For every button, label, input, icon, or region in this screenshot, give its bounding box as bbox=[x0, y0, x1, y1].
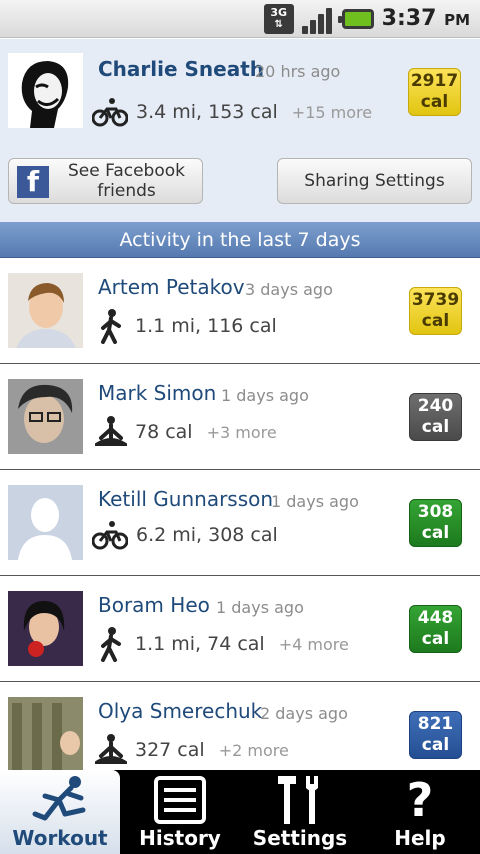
tools-icon bbox=[270, 774, 330, 826]
list-item[interactable]: Artem Petakov 3 days ago 1.1 mi, 116 cal… bbox=[0, 258, 480, 364]
friend-stats: 78 cal +3 more bbox=[95, 414, 277, 450]
calorie-unit: cal bbox=[421, 629, 450, 649]
friend-activity-list[interactable]: Artem Petakov 3 days ago 1.1 mi, 116 cal… bbox=[0, 258, 480, 770]
friend-more-link[interactable]: +4 more bbox=[279, 635, 349, 654]
tab-workout[interactable]: Workout bbox=[0, 770, 120, 854]
list-item[interactable]: Mark Simon 1 days ago 78 cal +3 more 240… bbox=[0, 364, 480, 470]
facebook-label-line2: friends bbox=[97, 181, 156, 201]
friend-last-active: 1 days ago bbox=[271, 492, 359, 511]
calorie-badge: 308 cal bbox=[409, 499, 462, 547]
avatar bbox=[8, 273, 83, 348]
battery-icon bbox=[337, 8, 374, 29]
signal-icon bbox=[301, 4, 334, 34]
my-more-link[interactable]: +15 more bbox=[292, 103, 372, 122]
clock-ampm: PM bbox=[444, 11, 470, 29]
my-stats-text: 3.4 mi, 153 cal bbox=[136, 101, 278, 123]
avatar bbox=[8, 379, 83, 454]
my-avatar[interactable] bbox=[8, 53, 83, 128]
walk-icon bbox=[101, 627, 121, 662]
friend-stats: 6.2 mi, 308 cal bbox=[92, 520, 292, 550]
bottom-tab-bar: Workout History Settings ? Help bbox=[0, 770, 480, 854]
calorie-value: 240 bbox=[417, 396, 454, 416]
tab-workout-label: Workout bbox=[12, 826, 108, 850]
friend-stats: 1.1 mi, 116 cal bbox=[95, 308, 291, 344]
calorie-value: 448 bbox=[417, 608, 454, 628]
sharing-settings-button[interactable]: Sharing Settings bbox=[277, 158, 472, 204]
calorie-value: 821 bbox=[417, 714, 454, 734]
friend-stats-text: 327 cal bbox=[135, 739, 205, 761]
friend-stats: 1.1 mi, 74 cal +4 more bbox=[95, 626, 349, 662]
facebook-button-label: See Facebook friends bbox=[59, 161, 194, 201]
clock-time: 3:37 bbox=[381, 6, 437, 31]
calorie-unit: cal bbox=[421, 311, 450, 331]
facebook-label-line1: See Facebook bbox=[68, 161, 185, 181]
friend-name: Mark Simon bbox=[98, 381, 217, 405]
friend-last-active: 2 days ago bbox=[260, 704, 348, 723]
friend-stats-text: 1.1 mi, 116 cal bbox=[135, 315, 277, 337]
tab-help[interactable]: ? Help bbox=[360, 770, 480, 854]
avatar bbox=[8, 485, 83, 560]
list-item[interactable]: Olya Smerechuk 2 days ago 327 cal +2 mor… bbox=[0, 682, 480, 770]
calorie-value: 3739 bbox=[411, 290, 460, 310]
list-icon bbox=[150, 774, 210, 826]
friend-stats: 327 cal +2 more bbox=[95, 732, 289, 768]
my-calorie-value: 2917 bbox=[410, 71, 459, 91]
meditate-icon bbox=[95, 416, 127, 446]
facebook-icon: f bbox=[17, 166, 49, 198]
list-item[interactable]: Boram Heo 1 days ago 1.1 mi, 74 cal +4 m… bbox=[0, 576, 480, 682]
friend-name: Ketill Gunnarsson bbox=[98, 487, 274, 511]
friend-last-active: 3 days ago bbox=[245, 280, 333, 299]
avatar bbox=[8, 697, 83, 770]
tab-history-label: History bbox=[139, 826, 221, 850]
clock: 3:37 PM bbox=[382, 6, 470, 31]
avatar bbox=[8, 591, 83, 666]
friend-stats-text: 78 cal bbox=[135, 421, 193, 443]
calorie-unit: cal bbox=[421, 523, 450, 543]
friend-more-link[interactable]: +3 more bbox=[207, 423, 277, 442]
my-stats: 3.4 mi, 153 cal +15 more bbox=[92, 97, 372, 127]
section-header: Activity in the last 7 days bbox=[0, 222, 480, 258]
tab-history[interactable]: History bbox=[120, 770, 240, 854]
see-facebook-friends-button[interactable]: f See Facebook friends bbox=[8, 158, 203, 204]
meditate-icon bbox=[95, 734, 127, 764]
list-item[interactable]: Ketill Gunnarsson 1 days ago 6.2 mi, 308… bbox=[0, 470, 480, 576]
walk-icon bbox=[101, 309, 121, 344]
friend-name: Boram Heo bbox=[98, 593, 210, 617]
calorie-value: 308 bbox=[417, 502, 454, 522]
calorie-badge: 448 cal bbox=[409, 605, 462, 653]
tab-settings-label: Settings bbox=[252, 826, 348, 850]
bike-icon bbox=[92, 98, 128, 127]
network-label: 3G bbox=[270, 5, 288, 19]
friend-last-active: 1 days ago bbox=[221, 386, 309, 405]
friend-stats-text: 6.2 mi, 308 cal bbox=[136, 524, 278, 546]
question-icon: ? bbox=[406, 773, 434, 827]
runner-icon bbox=[30, 774, 90, 826]
friend-more-link[interactable]: +2 more bbox=[219, 741, 289, 760]
tab-settings[interactable]: Settings bbox=[240, 770, 360, 854]
calorie-badge: 821 cal bbox=[409, 711, 462, 759]
calorie-badge: 240 cal bbox=[409, 393, 462, 441]
my-summary-panel: Charlie Sneath 20 hrs ago 3.4 mi, 153 ca… bbox=[0, 39, 480, 222]
calorie-unit: cal bbox=[421, 417, 450, 437]
friend-last-active: 1 days ago bbox=[216, 598, 304, 617]
bike-icon bbox=[92, 521, 128, 550]
friend-name: Artem Petakov bbox=[98, 275, 245, 299]
calorie-badge: 3739 cal bbox=[409, 287, 462, 335]
my-calorie-badge: 2917 cal bbox=[408, 68, 461, 116]
status-bar: 3G ⇅ 3:37 PM bbox=[0, 0, 480, 38]
tab-help-label: Help bbox=[394, 826, 446, 850]
friend-stats-text: 1.1 mi, 74 cal bbox=[135, 633, 265, 655]
calorie-unit: cal bbox=[421, 735, 450, 755]
friend-name: Olya Smerechuk bbox=[98, 699, 263, 723]
my-calorie-unit: cal bbox=[420, 92, 449, 112]
my-last-active: 20 hrs ago bbox=[255, 62, 341, 81]
my-name: Charlie Sneath bbox=[98, 57, 265, 81]
network-3g-icon: 3G ⇅ bbox=[263, 3, 294, 34]
